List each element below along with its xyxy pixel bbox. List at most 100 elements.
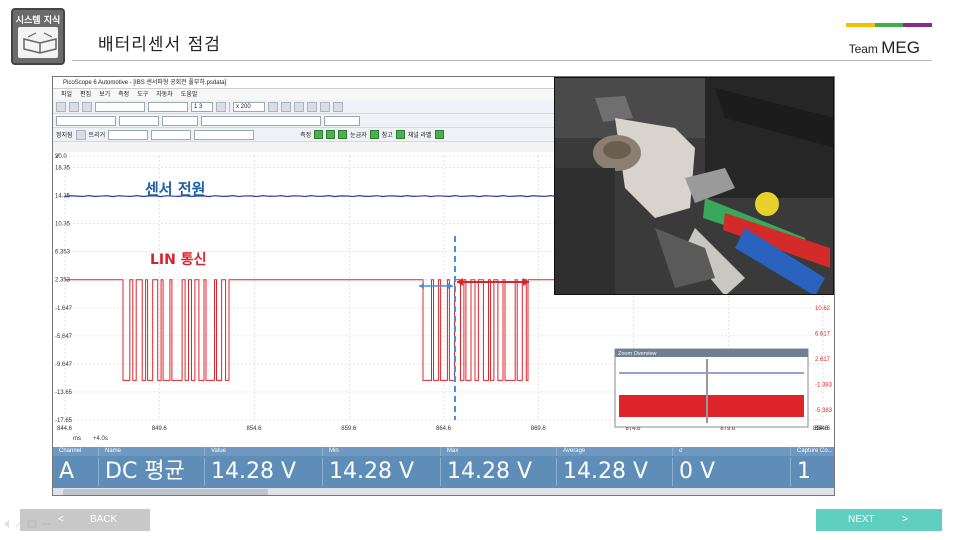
pointer-icon[interactable] [268, 101, 278, 112]
zoom-fit-icon[interactable] [320, 101, 330, 112]
y-tick-label: -9.647 [55, 362, 73, 368]
samples-select[interactable] [148, 101, 188, 112]
channel-label-icon[interactable] [434, 130, 444, 139]
y-tick-label: 10.35 [55, 222, 71, 228]
header-capture-count: Capture Co... [797, 448, 833, 454]
next-label: NEXT [848, 514, 875, 525]
header-min: Min [323, 447, 441, 456]
page-title: 배터리센서 점검 [98, 35, 221, 55]
header-value: Value [205, 447, 323, 456]
cell-min: 14.28 V [323, 458, 441, 486]
open-icon[interactable] [56, 101, 66, 112]
table-scrollbar[interactable] [53, 488, 834, 495]
cell-capture-count: 1 [797, 459, 811, 484]
cell-name: DC 평균 [99, 458, 205, 486]
menu-file[interactable]: 파일 [61, 89, 72, 100]
menu-view[interactable]: 보기 [99, 89, 110, 100]
trigger-level-field[interactable] [194, 129, 255, 140]
menu-measure[interactable]: 측정 [118, 89, 129, 100]
scrollbar-thumb[interactable] [63, 489, 268, 495]
channel-a-coupling[interactable] [119, 115, 159, 126]
x-tick-label: 844.6 [57, 426, 73, 432]
x-tick-label: 894.6 [813, 426, 829, 432]
header-channel: Channel [53, 447, 99, 456]
slide-controls-icon[interactable] [2, 519, 62, 529]
channel-b-coupling[interactable] [324, 115, 360, 126]
chevron-right-icon: > [902, 514, 908, 525]
trigger-label: 트리거 [88, 133, 106, 139]
cell-average: 14.28 V [557, 458, 673, 486]
zoom-overview-title: Zoom Overview [618, 351, 657, 357]
next-button[interactable]: NEXT > [816, 509, 942, 531]
brand-big: MEG [881, 38, 920, 57]
channel-a-range[interactable] [56, 115, 116, 126]
zoom-in-icon[interactable] [294, 101, 304, 112]
zoom-overview-trace-b [619, 395, 804, 417]
x-offset-label: +4.0s [93, 436, 108, 442]
buffer-field[interactable]: 1 3 [191, 101, 213, 112]
cell-channel: A [53, 458, 99, 486]
timebase-select[interactable] [95, 101, 145, 112]
back-label: BACK [90, 514, 118, 525]
table-row[interactable]: A DC 평균 14.28 V 14.28 V 14.28 V 14.28 V … [53, 458, 834, 486]
y-tick-label: 2.353 [55, 278, 71, 284]
edit-measure-icon[interactable] [326, 130, 336, 139]
channel-label-label[interactable]: 채널 라벨 [408, 130, 432, 139]
stop-status[interactable]: 정지됨 [56, 130, 73, 139]
stop-icon[interactable] [75, 129, 86, 140]
y-tick-label: -17.65 [55, 418, 73, 424]
add-measure-icon[interactable] [314, 130, 324, 139]
brand: Team MEG [849, 38, 920, 58]
cell-value: 14.28 V [205, 458, 323, 486]
x-tick-label: 869.6 [531, 426, 547, 432]
menu-help[interactable]: 도움말 [181, 89, 198, 100]
save-icon[interactable] [69, 101, 79, 112]
brand-small: Team [848, 42, 878, 56]
zoom-out-icon[interactable] [307, 101, 317, 112]
ruler-icon[interactable] [369, 130, 379, 139]
y-tick-label: -5.647 [55, 334, 73, 340]
right-tick-label: 10.62 [815, 306, 831, 312]
battery-sensor-photo [554, 77, 834, 295]
book-icon [18, 27, 58, 58]
measurement-header: Channel Name Value Min Max Average σ Cap… [53, 447, 834, 456]
buffer-next-icon[interactable] [216, 101, 226, 112]
y-tick-label: -1.647 [55, 306, 73, 312]
x-tick-label: 859.6 [341, 426, 357, 432]
y-unit-label: V [55, 154, 59, 160]
y-tick-label: 6.353 [55, 250, 71, 256]
channel-a-probe[interactable] [162, 115, 198, 126]
x-unit-label: ms [73, 436, 81, 442]
brand-stripes [846, 23, 933, 27]
ruler-label[interactable]: 눈금자 [350, 130, 367, 139]
measure-label: 측정 [300, 133, 312, 139]
menu-tools[interactable]: 도구 [137, 89, 148, 100]
trigger-mode-select[interactable] [108, 129, 149, 140]
annotation-power: 센서 전원 [145, 180, 205, 198]
hand-icon[interactable] [281, 101, 291, 112]
section-logo-label: 시스템 지식 [15, 16, 61, 26]
trigger-source-select[interactable] [151, 129, 192, 140]
section-logo: 시스템 지식 [11, 8, 65, 65]
header-divider [72, 60, 932, 61]
x-tick-label: 849.6 [152, 426, 168, 432]
delete-measure-icon[interactable] [338, 130, 348, 139]
zoom-field[interactable]: x 200 [233, 101, 265, 112]
channel-b-range[interactable] [201, 115, 321, 126]
undo-zoom-icon[interactable] [333, 101, 343, 112]
right-tick-label: -1.383 [815, 383, 833, 389]
reference-label[interactable]: 참고 [382, 130, 393, 139]
menu-vehicle[interactable]: 자동차 [156, 89, 173, 100]
y-tick-label: 18.35 [55, 166, 71, 172]
header-average: Average [557, 447, 673, 456]
settings-icon[interactable] [82, 101, 92, 112]
header-max: Max [441, 447, 557, 456]
reference-icon[interactable] [395, 130, 405, 139]
cell-max: 14.28 V [441, 458, 557, 486]
right-tick-label: -5.383 [815, 408, 833, 414]
measurement-table: Channel Name Value Min Max Average σ Cap… [53, 447, 834, 495]
cell-sigma: 0 V [673, 458, 791, 486]
x-tick-label: 864.6 [436, 426, 452, 432]
menu-edit[interactable]: 편집 [80, 89, 91, 100]
right-tick-label: 2.617 [815, 357, 831, 363]
